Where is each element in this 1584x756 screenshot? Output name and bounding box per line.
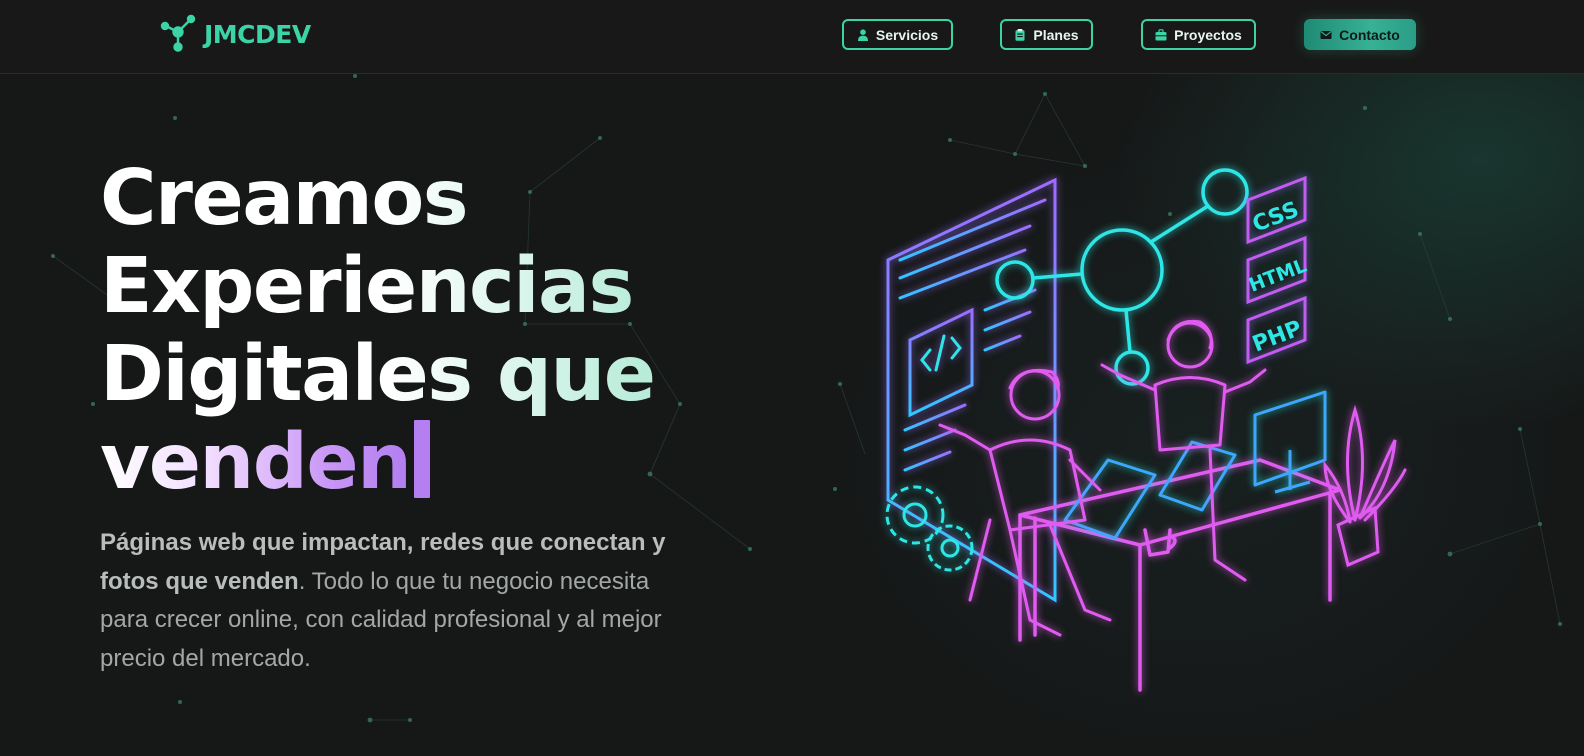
- site-header: JMCDEV Servicios Planes Proyectos Contac…: [0, 0, 1584, 74]
- nav-planes-label: Planes: [1033, 26, 1079, 43]
- hero-title-line-4-wrap: venden: [100, 419, 740, 507]
- main-nav: Servicios Planes Proyectos Contacto: [0, 19, 1584, 51]
- clipboard-icon: [1015, 28, 1025, 41]
- nav-servicios-button[interactable]: Servicios: [842, 19, 953, 50]
- code-panel-graphic: [886, 177, 1057, 603]
- hero-illustration: CSS HTML PHP: [885, 168, 1407, 692]
- user-icon: [857, 28, 868, 41]
- nav-servicios-label: Servicios: [875, 26, 939, 43]
- nav-proyectos-button[interactable]: Proyectos: [1141, 19, 1256, 50]
- hero-description: Páginas web que impactan, redes que cone…: [100, 524, 700, 678]
- hero-title-line-3: Digitales que: [100, 331, 740, 419]
- hero-title-line-2: Experiencias: [100, 243, 740, 331]
- briefcase-icon: [1155, 28, 1167, 40]
- devices-graphic: [1063, 390, 1327, 540]
- hero-title-line-1: Creamos: [100, 155, 740, 243]
- nav-planes-button[interactable]: Planes: [1000, 19, 1093, 50]
- page: JMCDEV Servicios Planes Proyectos Contac…: [0, 0, 1584, 756]
- gears-graphic: [885, 485, 974, 572]
- people-graphic: [938, 319, 1267, 637]
- tech-tag-labels: CSS HTML PHP: [1246, 197, 1310, 357]
- hero-title-line-4: venden: [100, 418, 412, 507]
- envelope-icon: [1320, 30, 1332, 39]
- desk-graphic: [1018, 458, 1342, 692]
- hero-title: Creamos Experiencias Digitales que vende…: [100, 155, 740, 507]
- nav-contacto-label: Contacto: [1339, 26, 1400, 43]
- nav-contacto-button[interactable]: Contacto: [1304, 19, 1416, 50]
- nav-proyectos-label: Proyectos: [1174, 26, 1242, 43]
- typing-caret: [414, 420, 431, 498]
